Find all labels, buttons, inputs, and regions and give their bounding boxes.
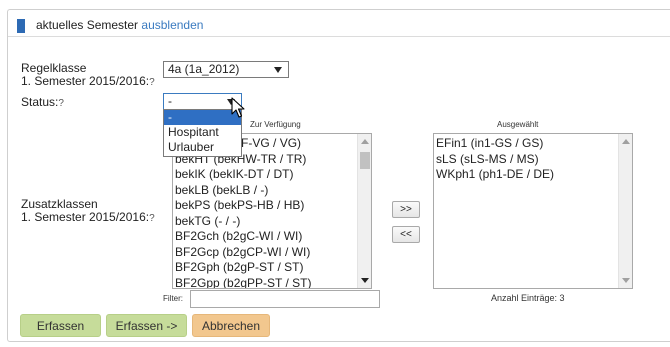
panel-title: aktuelles Semester ausblenden <box>36 18 203 32</box>
list-item[interactable]: BF2Gch (b2gC-WI / WI) <box>173 229 357 245</box>
panel-title-text: aktuelles Semester <box>36 18 139 32</box>
selected-items: EFin1 (in1-GS / GS) sLS (sLS-MS / MS) WK… <box>434 136 618 183</box>
list-item[interactable]: sLS (sLS-MS / MS) <box>434 152 618 168</box>
list-item[interactable]: BF2Gph (b2gP-ST / ST) <box>173 260 357 276</box>
selected-heading: Ausgewählt <box>497 120 539 129</box>
available-heading: Zur Verfügung <box>250 120 301 129</box>
zusatzklassen-help-icon[interactable]: ? <box>149 213 155 224</box>
regelklasse-semester-text: 1. Semester 2015/2016: <box>21 74 150 88</box>
filter-label: Filter: <box>163 294 183 303</box>
zusatzklassen-semester: 1. Semester 2015/2016:? <box>21 211 155 225</box>
selected-list[interactable]: EFin1 (in1-GS / GS) sLS (sLS-MS / MS) WK… <box>433 133 633 289</box>
mouse-cursor-icon <box>231 97 245 118</box>
list-item[interactable]: BF2Gcp (b2gCP-WI / WI) <box>173 245 357 261</box>
regelklasse-help-icon[interactable]: ? <box>149 77 155 88</box>
list-item[interactable]: bekLB (bekLB / -) <box>173 183 357 199</box>
header-marker <box>17 19 25 33</box>
status-select-value: - <box>168 94 172 108</box>
regelklasse-semester: 1. Semester 2015/2016:? <box>21 75 155 89</box>
available-items: bekIA (bekGF-VG / VG) bekHT (bekHW-TR / … <box>173 136 357 289</box>
selected-scrollbar[interactable] <box>618 134 632 288</box>
list-item[interactable]: WKph1 (ph1-DE / DE) <box>434 167 618 183</box>
status-option-none[interactable]: - <box>164 110 241 125</box>
remove-button[interactable]: << <box>392 226 420 243</box>
regelklasse-select-value: 4a (1a_2012) <box>168 62 240 76</box>
available-scrollbar[interactable] <box>357 134 371 288</box>
save-button[interactable]: Erfassen <box>20 314 101 337</box>
scroll-down-icon[interactable] <box>361 278 369 283</box>
zusatzklassen-semester-text: 1. Semester 2015/2016: <box>21 210 150 224</box>
status-label: Status:? <box>21 96 64 110</box>
list-item[interactable]: EFin1 (in1-GS / GS) <box>434 136 618 152</box>
scroll-thumb[interactable] <box>360 152 370 169</box>
scroll-down-icon[interactable] <box>622 278 630 283</box>
list-item[interactable]: bekTG (- / -) <box>173 214 357 230</box>
panel-header: aktuelles Semester ausblenden <box>8 10 670 37</box>
zusatzklassen-label: Zusatzklassen 1. Semester 2015/2016:? <box>21 198 155 225</box>
add-button[interactable]: >> <box>392 201 420 218</box>
list-item[interactable]: BF2Gpp (b2gPP-ST / ST) <box>173 276 357 289</box>
status-help-icon[interactable]: ? <box>58 98 64 109</box>
regelklasse-label: Regelklasse 1. Semester 2015/2016:? <box>21 62 155 89</box>
scroll-up-icon[interactable] <box>361 139 369 144</box>
selected-count: Anzahl Einträge: 3 <box>491 293 565 303</box>
scroll-up-icon[interactable] <box>622 139 630 144</box>
status-option-urlauber[interactable]: Urlauber <box>164 140 241 155</box>
save-next-button[interactable]: Erfassen -> <box>106 314 187 337</box>
hide-link[interactable]: ausblenden <box>141 18 203 32</box>
status-option-hospitant[interactable]: Hospitant <box>164 125 241 140</box>
filter-input[interactable] <box>190 290 380 308</box>
list-item[interactable]: bekIK (bekIK-DT / DT) <box>173 167 357 183</box>
status-label-text: Status: <box>21 95 59 109</box>
chevron-down-icon <box>274 67 282 73</box>
list-item[interactable]: bekPS (bekPS-HB / HB) <box>173 198 357 214</box>
cancel-button[interactable]: Abbrechen <box>192 314 270 337</box>
regelklasse-select[interactable]: 4a (1a_2012) <box>163 61 289 78</box>
